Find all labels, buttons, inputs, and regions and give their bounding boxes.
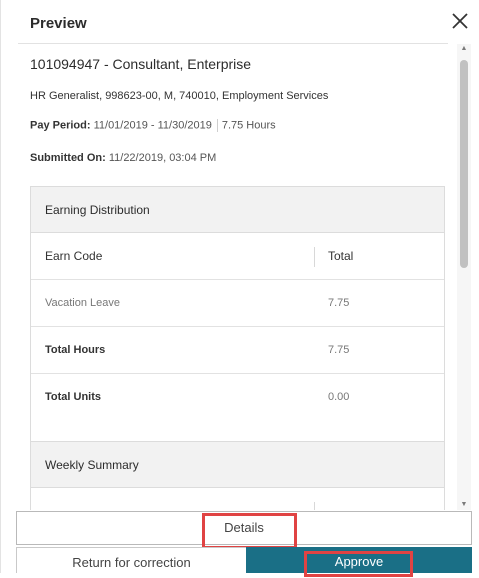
earning-distribution-table: Earning Distribution Earn Code Total Vac… — [30, 186, 445, 468]
details-button[interactable]: Details — [16, 511, 472, 545]
preview-content: 101094947 - Consultant, Enterprise HR Ge… — [30, 44, 450, 510]
panel-title: Preview — [30, 15, 87, 32]
weekly-summary-header-row — [31, 488, 444, 510]
scroll-thumb[interactable] — [460, 60, 468, 268]
pay-period-label: Pay Period: — [30, 119, 91, 132]
table-header-row: Earn Code Total — [31, 233, 444, 280]
total-hours-value: 7.75 — [328, 344, 350, 356]
total-hours-row: Total Hours 7.75 — [31, 327, 444, 374]
weekly-summary-table: Weekly Summary — [30, 441, 445, 510]
return-for-correction-button[interactable]: Return for correction — [16, 547, 246, 573]
column-divider — [314, 502, 315, 510]
total-units-label: Total Units — [45, 391, 102, 403]
job-heading: 101094947 - Consultant, Enterprise — [30, 56, 252, 72]
job-subheading: HR Generalist, 998623-00, M, 740010, Emp… — [30, 90, 329, 102]
total-cell: 7.75 — [328, 297, 350, 309]
vertical-scrollbar[interactable]: ▲ ▼ — [457, 44, 471, 510]
column-header-earn-code: Earn Code — [45, 249, 103, 263]
column-divider — [314, 247, 315, 267]
table-row: Vacation Leave 7.75 — [31, 280, 444, 327]
column-header-total: Total — [328, 249, 354, 263]
pay-period-hours: 7.75 Hours — [221, 119, 276, 132]
scroll-down-arrow-icon[interactable]: ▼ — [457, 500, 471, 510]
submitted-on: Submitted On: 11/22/2019, 03:04 PM — [30, 152, 216, 164]
pay-period: Pay Period: 11/01/2019 - 11/30/2019 7.75 … — [30, 119, 276, 132]
weekly-summary-title: Weekly Summary — [31, 442, 444, 488]
pay-period-value: 11/01/2019 - 11/30/2019 — [93, 119, 212, 132]
scroll-up-arrow-icon[interactable]: ▲ — [457, 44, 471, 54]
close-icon[interactable] — [450, 11, 470, 31]
earning-distribution-title: Earning Distribution — [31, 187, 444, 233]
total-units-row: Total Units 0.00 — [31, 374, 444, 421]
earn-code-cell: Vacation Leave — [45, 297, 121, 309]
pay-period-divider — [216, 119, 218, 132]
preview-panel: Preview 101094947 - Consultant, Enterpri… — [0, 0, 479, 577]
total-hours-label: Total Hours — [45, 344, 106, 356]
submitted-label: Submitted On: — [30, 152, 106, 164]
submitted-value: 11/22/2019, 03:04 PM — [108, 152, 217, 164]
approve-button[interactable]: Approve — [246, 547, 472, 573]
total-units-value: 0.00 — [328, 391, 350, 403]
